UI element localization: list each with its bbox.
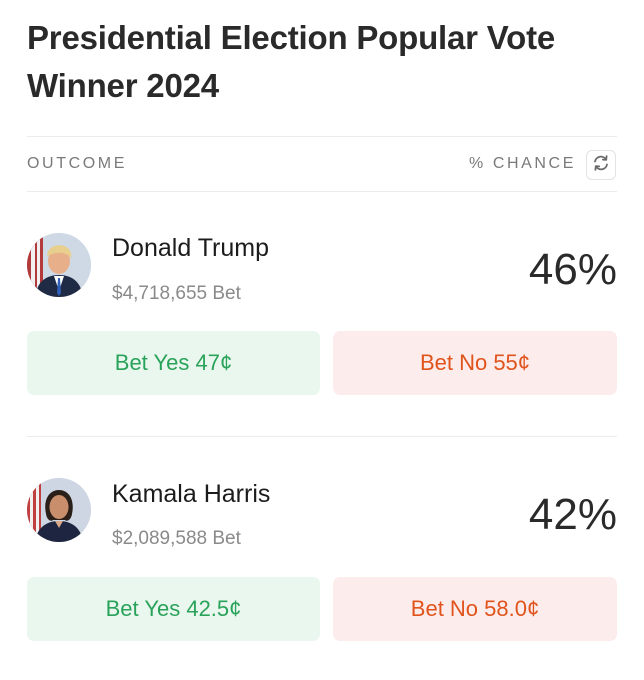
row-divider xyxy=(27,436,617,437)
market-title: Presidential Election Popular Vote Winne… xyxy=(27,19,556,104)
avatar xyxy=(27,233,91,297)
refresh-button[interactable] xyxy=(586,150,616,180)
header-divider xyxy=(27,136,617,137)
bet-yes-button[interactable]: Bet Yes 42.5¢ xyxy=(27,577,320,641)
outcome-column-header: OUTCOME xyxy=(27,155,127,172)
outcome-chance: 42% xyxy=(528,490,617,539)
table-divider xyxy=(27,191,617,192)
bet-no-button[interactable]: Bet No 55¢ xyxy=(333,331,617,395)
avatar xyxy=(27,478,91,542)
refresh-icon xyxy=(591,153,611,178)
outcome-name: Kamala Harris xyxy=(112,480,271,508)
outcome-name: Donald Trump xyxy=(112,234,270,262)
bet-yes-button[interactable]: Bet Yes 47¢ xyxy=(27,331,320,395)
bet-no-button[interactable]: Bet No 58.0¢ xyxy=(333,577,617,641)
outcome-volume: $2,089,588 Bet xyxy=(112,528,241,549)
outcome-chance: 46% xyxy=(528,245,617,294)
chance-column-header: % CHANCE xyxy=(468,155,576,172)
outcome-volume: $4,718,655 Bet xyxy=(112,283,241,304)
